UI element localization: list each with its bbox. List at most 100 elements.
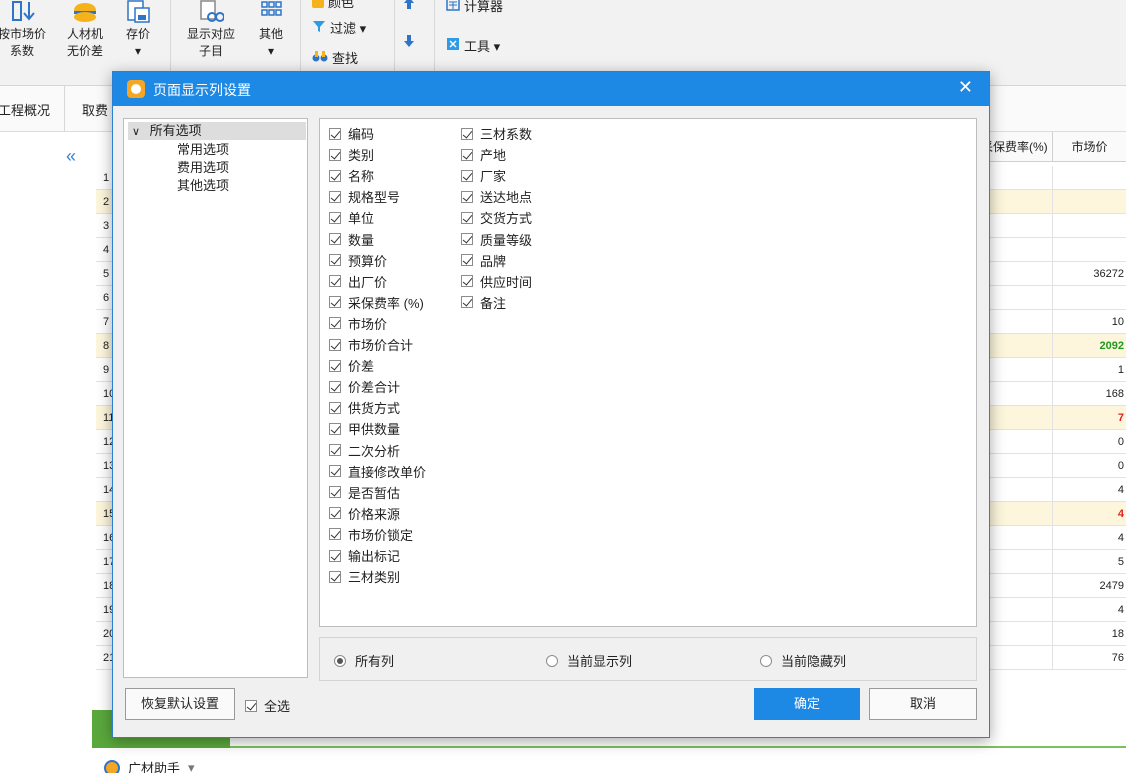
checkbox[interactable] — [329, 127, 341, 140]
restore-defaults-button[interactable]: 恢复默认设置 — [125, 688, 235, 720]
market-price-cell[interactable] — [1052, 190, 1126, 214]
checkbox[interactable] — [329, 190, 341, 203]
column-checkbox-item[interactable]: 价格来源 — [329, 503, 400, 524]
row-number[interactable]: 8 — [96, 334, 112, 358]
checkbox[interactable] — [329, 507, 341, 520]
checkbox[interactable] — [329, 570, 341, 583]
checkbox[interactable] — [329, 211, 341, 224]
market-price-cell[interactable]: 18 — [1052, 622, 1126, 646]
save-price-button[interactable]: 存价 ▾ — [118, 0, 158, 60]
row-number[interactable]: 14 — [96, 478, 115, 502]
checkbox[interactable] — [461, 169, 473, 182]
column-checkbox-item[interactable]: 甲供数量 — [329, 418, 400, 439]
column-checkbox-item[interactable]: 出厂价 — [329, 271, 387, 292]
collapse-left-icon[interactable]: « — [66, 146, 76, 167]
find-button[interactable]: 查找 — [312, 48, 358, 67]
move-up-button[interactable] — [402, 0, 416, 13]
checkbox[interactable] — [329, 317, 341, 330]
column-checkbox-item[interactable]: 交货方式 — [461, 207, 532, 228]
column-checkbox-item[interactable]: 二次分析 — [329, 440, 400, 461]
ok-button[interactable]: 确定 — [754, 688, 860, 720]
row-number[interactable]: 9 — [96, 358, 112, 382]
checkbox[interactable] — [329, 486, 341, 499]
checkbox[interactable] — [329, 296, 341, 309]
column-checkbox-item[interactable]: 价差合计 — [329, 376, 400, 397]
market-price-cell[interactable]: 2479 — [1052, 574, 1126, 598]
checkbox[interactable] — [329, 549, 341, 562]
column-checkbox-item[interactable]: 单位 — [329, 207, 374, 228]
market-price-cell[interactable]: 4 — [1052, 526, 1126, 550]
row-number[interactable]: 7 — [96, 310, 112, 334]
header-market-price[interactable]: 市场价 — [1052, 132, 1126, 162]
checkbox[interactable] — [329, 254, 341, 267]
color-button[interactable]: 颜色 — [312, 0, 354, 11]
chevron-down-icon[interactable]: ∨ — [132, 123, 146, 141]
column-checkbox-item[interactable]: 供应时间 — [461, 271, 532, 292]
row-number[interactable]: 12 — [96, 430, 115, 454]
market-price-cell[interactable]: 0 — [1052, 454, 1126, 478]
checkbox[interactable] — [329, 275, 341, 288]
checkbox[interactable] — [329, 465, 341, 478]
column-checkbox-item[interactable]: 送达地点 — [461, 186, 532, 207]
column-checkbox-item[interactable]: 品牌 — [461, 250, 506, 271]
checkbox[interactable] — [329, 422, 341, 435]
row-number[interactable]: 17 — [96, 550, 115, 574]
checkbox[interactable] — [245, 699, 257, 712]
column-checkbox-item[interactable]: 预算价 — [329, 250, 387, 271]
column-checkbox-item[interactable]: 采保费率 (%) — [329, 292, 424, 313]
column-checkbox-item[interactable]: 输出标记 — [329, 545, 400, 566]
market-price-cell[interactable]: 4 — [1052, 502, 1126, 526]
checkbox[interactable] — [461, 211, 473, 224]
checkbox[interactable] — [329, 401, 341, 414]
move-down-button[interactable] — [402, 34, 416, 51]
column-checkbox-item[interactable]: 是否暂估 — [329, 482, 400, 503]
checkbox[interactable] — [329, 444, 341, 456]
radio-all-columns[interactable]: 所有列 — [334, 651, 394, 670]
column-checkbox-item[interactable]: 三材系数 — [461, 123, 532, 144]
column-checkbox-item[interactable]: 厂家 — [461, 165, 506, 186]
other-button[interactable]: 其他 ▾ — [254, 0, 288, 60]
market-price-cell[interactable] — [1052, 166, 1126, 190]
tree-item-other[interactable]: 其他选项 — [177, 177, 229, 195]
tab-project-overview[interactable]: 工程概况 — [0, 100, 50, 119]
material-assistant[interactable]: 广材助手 ▾ — [104, 758, 195, 773]
tree-root-all-options[interactable]: ∨ 所有选项 — [128, 122, 306, 140]
checkbox[interactable] — [461, 148, 473, 161]
radio-button[interactable] — [546, 654, 558, 667]
radio-hidden-columns[interactable]: 当前隐藏列 — [760, 651, 846, 670]
column-checkbox-item[interactable]: 备注 — [461, 292, 506, 313]
row-number[interactable]: 4 — [96, 238, 112, 262]
column-checkbox-item[interactable]: 质量等级 — [461, 229, 532, 250]
tree-item-fees[interactable]: 费用选项 — [177, 159, 229, 177]
filter-button[interactable]: 过滤 ▾ — [312, 18, 366, 37]
checkbox[interactable] — [329, 528, 341, 541]
row-number[interactable]: 1 — [96, 166, 112, 190]
row-number[interactable]: 19 — [96, 598, 115, 622]
checkbox[interactable] — [461, 296, 473, 309]
checkbox[interactable] — [461, 233, 473, 245]
column-checkbox-item[interactable]: 类别 — [329, 144, 374, 165]
row-number[interactable]: 2 — [96, 190, 112, 214]
market-price-cell[interactable]: 76 — [1052, 646, 1126, 670]
row-number[interactable]: 13 — [96, 454, 115, 478]
checkbox[interactable] — [461, 275, 473, 288]
close-icon[interactable]: ✕ — [958, 77, 973, 98]
market-price-cell[interactable]: 36272 — [1052, 262, 1126, 286]
market-coefficient-button[interactable]: 按市场价 系数 — [0, 0, 48, 60]
tree-item-common[interactable]: 常用选项 — [177, 141, 229, 159]
radio-visible-columns[interactable]: 当前显示列 — [546, 651, 632, 670]
column-checkbox-item[interactable]: 市场价合计 — [329, 334, 413, 355]
no-price-difference-button[interactable]: 人材机 无价差 — [60, 0, 110, 60]
row-number[interactable]: 11 — [96, 406, 114, 430]
market-price-cell[interactable] — [1052, 286, 1126, 310]
market-price-cell[interactable]: 10 — [1052, 310, 1126, 334]
column-checkbox-item[interactable]: 编码 — [329, 123, 374, 144]
checkbox[interactable] — [329, 338, 341, 351]
show-sub-item-button[interactable]: 显示对应 子目 — [178, 0, 244, 60]
select-all-checkbox[interactable]: 全选 — [245, 696, 290, 715]
market-price-cell[interactable]: 2092 — [1052, 334, 1126, 358]
row-number[interactable]: 15 — [96, 502, 115, 526]
market-price-cell[interactable]: 1 — [1052, 358, 1126, 382]
market-price-cell[interactable]: 168 — [1052, 382, 1126, 406]
column-checkbox-item[interactable]: 市场价锁定 — [329, 524, 413, 545]
